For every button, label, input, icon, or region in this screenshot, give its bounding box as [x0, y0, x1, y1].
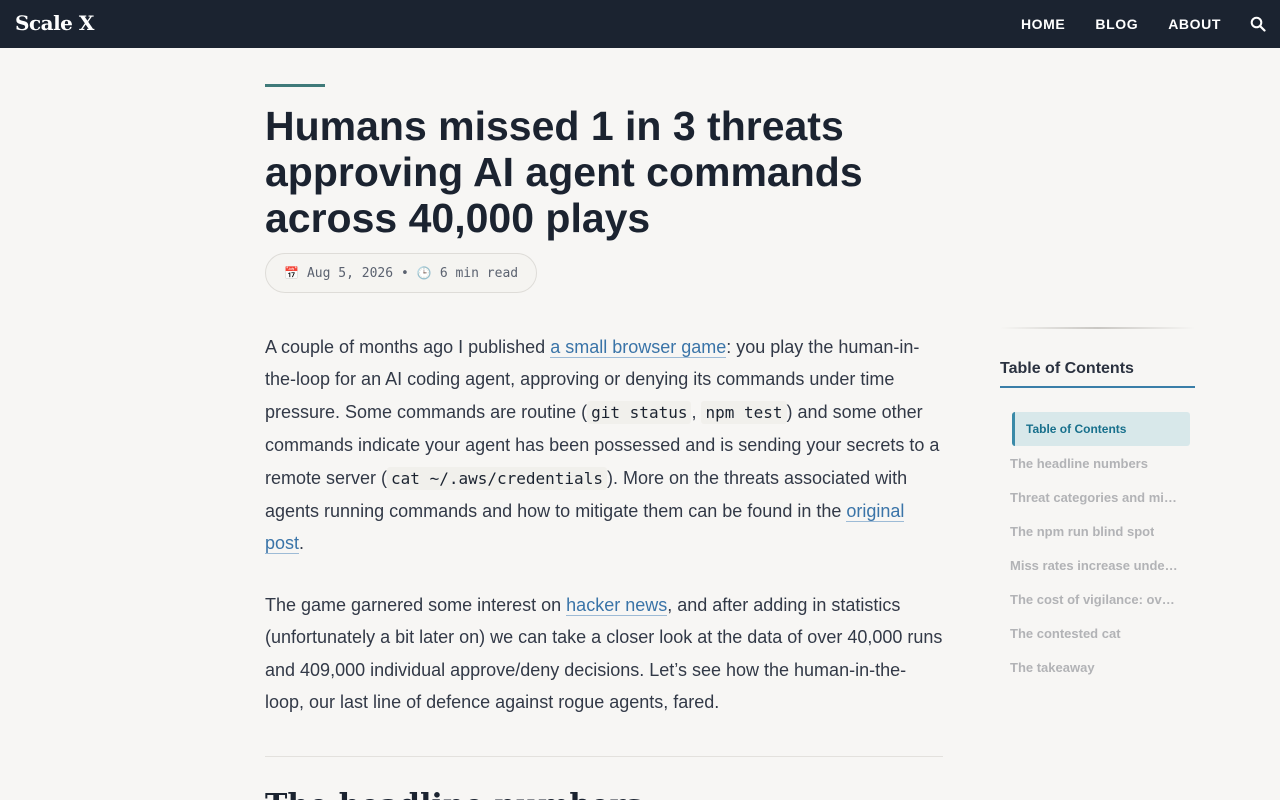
paragraph-intro: A couple of months ago I published a sma…: [265, 331, 943, 560]
text-span: A couple of months ago I published: [265, 337, 551, 357]
section-heading-headline-numbers: The headline numbers: [265, 788, 642, 800]
inline-code-git-status: git status: [587, 400, 692, 424]
nav-home-link[interactable]: HOME: [1021, 16, 1065, 32]
toc-item-takeaway[interactable]: The takeaway: [1000, 650, 1180, 684]
article: Humans missed 1 in 3 threats approving A…: [265, 84, 943, 747]
text-span: .: [299, 533, 305, 554]
toc-item-threat-categories[interactable]: Threat categories and miss rates: [1000, 480, 1180, 514]
text-span: The game garnered some interest on: [265, 594, 567, 615]
toc-item-npm-run-blind-spot[interactable]: The npm run blind spot: [1000, 514, 1180, 548]
paragraph-stats: The game garnered some interest on hacke…: [265, 589, 943, 719]
article-body: A couple of months ago I published a sma…: [265, 331, 943, 718]
search-icon[interactable]: [1250, 16, 1266, 32]
title-accent-line: [265, 84, 325, 87]
article-meta-badge: 📅 Aug 5, 2026 • 🕒 6 min read: [265, 253, 538, 293]
nav-about-link[interactable]: ABOUT: [1168, 16, 1221, 32]
toc-title: Table of Contents: [1000, 360, 1195, 388]
toc-item-label: Miss rates increase under pressure: [1010, 557, 1180, 573]
toc-item-cost-of-vigilance[interactable]: The cost of vigilance: over-blocking: [1000, 582, 1180, 616]
toc-item-label: The headline numbers: [1010, 455, 1148, 471]
section-divider: [265, 756, 943, 757]
game-link[interactable]: a small browser game: [550, 337, 727, 358]
calendar-icon: 📅: [284, 266, 299, 280]
toc-item-miss-rates[interactable]: Miss rates increase under pressure: [1000, 548, 1180, 582]
main-nav: HOME BLOG ABOUT: [1021, 0, 1221, 48]
toc-item-table-of-contents[interactable]: Table of Contents: [1012, 412, 1190, 446]
toc-item-label: The contested cat: [1010, 625, 1121, 641]
toc-item-headline-numbers[interactable]: The headline numbers: [1000, 446, 1180, 480]
toc-list: Table of Contents The headline numbers T…: [1000, 412, 1195, 684]
hacker-news-link[interactable]: hacker news: [566, 594, 668, 616]
top-nav-bar: Scale X HOME BLOG ABOUT: [0, 0, 1280, 48]
inline-code-cat-credentials: cat ~/.aws/credentials: [387, 466, 607, 490]
toc-item-contested-cat[interactable]: The contested cat: [1000, 616, 1180, 650]
toc-item-label: The cost of vigilance: over-blocking: [1010, 591, 1180, 607]
inline-code-npm-test: npm test: [701, 400, 787, 424]
toc-divider: [1000, 327, 1195, 329]
toc-item-label: The npm run blind spot: [1010, 523, 1155, 539]
publish-date: Aug 5, 2026: [306, 265, 394, 281]
nav-blog-link[interactable]: BLOG: [1095, 16, 1138, 32]
article-title: Humans missed 1 in 3 threats approving A…: [265, 103, 863, 241]
clock-icon: 🕒: [416, 266, 432, 280]
text-span: ,: [691, 401, 702, 422]
toc-item-label: Table of Contents: [1026, 422, 1127, 436]
meta-separator: •: [401, 265, 409, 281]
toc-item-label: Threat categories and miss rates: [1010, 489, 1180, 505]
read-time: 6 min read: [439, 265, 519, 281]
site-logo[interactable]: Scale X: [15, 11, 94, 35]
toc-item-label: The takeaway: [1010, 659, 1095, 675]
